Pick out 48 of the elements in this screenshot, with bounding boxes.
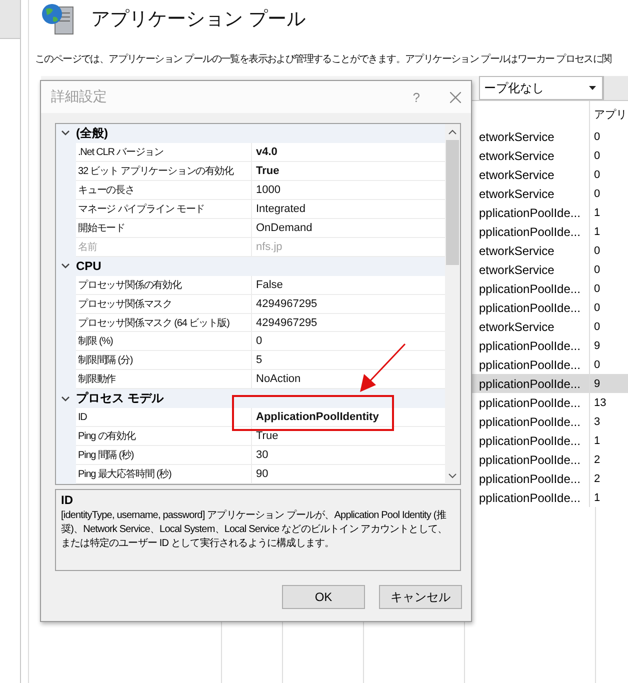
table-cell-text: 0	[593, 320, 600, 332]
table-cell: pplicationPoolIde...	[479, 452, 580, 466]
table-cell: pplicationPoolIde...	[479, 472, 580, 486]
table-cell-text: 2	[593, 454, 600, 466]
table-cell-text: 0	[593, 358, 600, 370]
table-cell: pplicationPoolIde...	[479, 396, 580, 410]
table-cell-text: 0	[593, 188, 600, 200]
table-cell-text: 0	[593, 282, 600, 294]
table-cell-text: 0	[593, 130, 600, 142]
table-cell-text: 0	[593, 264, 600, 276]
category-label: (全般)	[76, 124, 108, 142]
table-cell-text: 13	[593, 396, 606, 408]
table-cell-text: 0	[593, 244, 600, 256]
dialog-title: 詳細設定	[51, 88, 108, 106]
table-cell: pplicationPoolIde...	[479, 338, 580, 352]
category-label: CPU	[76, 259, 102, 274]
table-cell-text: 3	[593, 416, 600, 428]
table-cell: etworkService	[479, 262, 554, 276]
table-cell: etworkService	[479, 186, 554, 200]
category-label: プロセス モデル	[76, 390, 164, 408]
description-title: ID	[61, 493, 74, 507]
table-cell-text: 0	[593, 150, 600, 162]
table-cell: pplicationPoolIde...	[479, 358, 580, 372]
table-cell: pplicationPoolIde...	[479, 434, 580, 448]
table-cell-text: 1	[593, 434, 600, 446]
table-cell-text: 1	[593, 206, 600, 218]
table-cell: pplicationPoolIde...	[479, 206, 580, 220]
table-cell-text: 0	[593, 302, 600, 314]
table-cell: etworkService	[479, 320, 554, 334]
table-cell: etworkService	[479, 244, 554, 258]
description-text: [identityType, username, password] アプリケーション プールが、Application Pool Identity (推奨)、Network Service、Local System、Local Service などのビルトイン アカウントとして、または特定のユーザー ID として実行されるように構成します。	[61, 509, 448, 551]
table-cell-text: 9	[593, 340, 600, 352]
table-cell: etworkService	[479, 168, 554, 182]
table-cell-text: 1	[593, 492, 600, 504]
table-cell-text: 0	[593, 168, 600, 180]
table-cell-text: 2	[593, 472, 600, 484]
table-cell: etworkService	[479, 130, 554, 144]
table-cell: pplicationPoolIde...	[479, 300, 580, 314]
page-title: アプリケーション プール	[91, 8, 306, 32]
table-cell-text: 1	[593, 226, 600, 238]
table-cell: pplicationPoolIde...	[479, 376, 580, 390]
table-cell: pplicationPoolIde...	[479, 224, 580, 238]
page-description: このページでは、アプリケーション プールの一覧を表示および管理することができます。アプリケーション プールはワーカー プロセスに関	[35, 52, 612, 66]
table-cell-text: 9	[593, 378, 600, 390]
table-cell: etworkService	[479, 148, 554, 162]
table-cell: pplicationPoolIde...	[479, 414, 580, 428]
table-cell: pplicationPoolIde...	[479, 282, 580, 296]
table-cell: pplicationPoolIde...	[479, 490, 580, 504]
